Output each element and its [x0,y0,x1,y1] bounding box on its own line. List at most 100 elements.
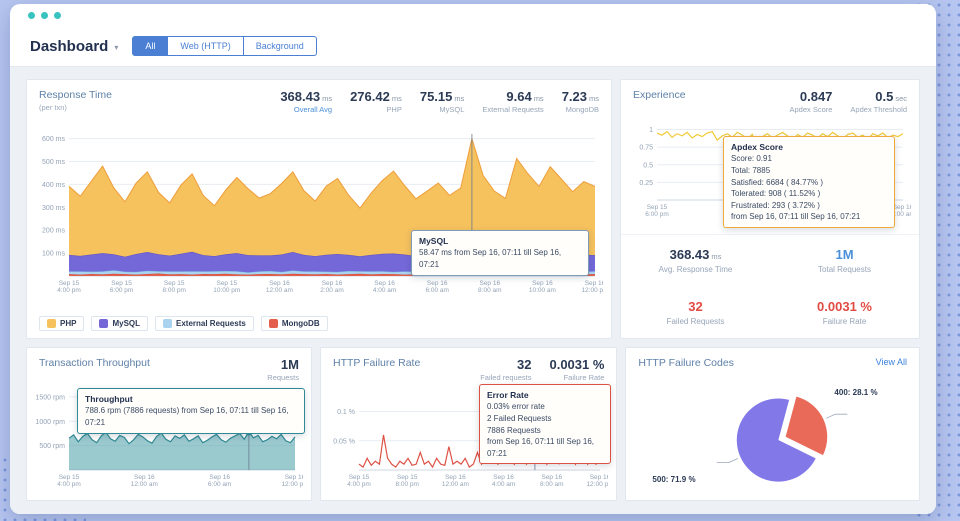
stat-unit: ms [454,94,465,103]
chart-tooltip: MySQL 58.47 ms from Sep 16, 07:11 till S… [411,230,589,276]
legend-label: MySQL [112,319,141,328]
svg-text:Sep 1612:00 pm: Sep 1612:00 pm [586,474,608,488]
svg-text:Sep 1510:00 pm: Sep 15 10:00 pm [213,280,240,294]
legend-item-mongodb[interactable]: MongoDB [260,316,328,331]
stat-overall-avg: 368.43 ms Overall Avg [280,89,332,114]
svg-text:600 ms: 600 ms [42,136,65,143]
svg-text:300 ms: 300 ms [42,205,65,212]
stat-label: MySQL [439,105,465,114]
svg-text:0.25: 0.25 [639,180,653,187]
pie-label-500: 500: 71.9 % [652,475,696,484]
chart-tooltip: Error Rate 0.03% error rate 2 Failed Req… [478,384,611,465]
stat-label: Requests [267,373,299,382]
stat-apdex-threshold: 0.5 sec Apdex Threshold [850,89,907,114]
stat-label: Total Requests [818,265,871,275]
tooltip-text: Frustrated: 293 ( 3.72% ) [731,200,820,210]
legend-swatch-icon [47,319,56,328]
svg-text:0.5: 0.5 [643,162,653,169]
legend-label: MongoDB [281,319,320,328]
experience-summary-stats: 368.43 ms Avg. Response Time 1M Total Req… [621,234,919,338]
panel-http-failure-rate: HTTP Failure Rate 32 Failed requests 0.0… [319,347,618,501]
tooltip-title: Error Rate [486,390,529,400]
svg-text:500 rpm: 500 rpm [39,443,65,450]
scope-tabs: All Web (HTTP) Background [132,36,317,56]
panel-title: HTTP Failure Rate [332,357,421,369]
stat-value: 9.64 [506,89,532,104]
dashboard-header: Dashboard ▾ All Web (HTTP) Background [10,26,936,66]
tooltip-text: 58.47 ms from Sep 16, 07:11 till Sep 16,… [419,248,562,269]
tooltip-title: Throughput [85,394,133,404]
svg-text:Sep 168:00 am: Sep 16 8:00 am [540,474,564,488]
desktop-background: Dashboard ▾ All Web (HTTP) Background Re… [0,0,960,521]
response-time-stats: 368.43 ms Overall Avg 276.42 ms PHP 75.15 m… [280,89,599,114]
svg-text:Sep 166:00 am: Sep 166:00 am [208,474,232,488]
svg-text:Sep 1612:00 am: Sep 1612:00 am [266,280,293,294]
tab-web-http[interactable]: Web (HTTP) [168,36,244,56]
app-window: Dashboard ▾ All Web (HTTP) Background Re… [10,4,936,514]
stat-unit: ms [711,252,722,262]
legend-swatch-icon [268,319,278,328]
svg-text:1000 rpm: 1000 rpm [35,419,65,426]
tooltip-title: Apdex Score [731,142,783,152]
svg-text:Sep 164:00 am: Sep 16 4:00 am [492,474,515,488]
panel-experience: Experience 0.847 Apdex Score 0.5 sec Apde… [620,79,920,339]
tab-background[interactable]: Background [243,36,317,56]
window-control-icon[interactable] [54,11,61,19]
legend-item-external-requests[interactable]: External Requests [155,316,254,331]
stat-value: 0.0031 % [549,357,605,372]
stat-label: Failure Rate [563,373,605,382]
stat-failed-requests: 32 Failed requests [480,357,531,382]
tooltip-text: 7886 Requests [486,425,541,435]
legend-item-php[interactable]: PHP [39,316,85,331]
legend-swatch-icon [163,319,173,328]
stat-failed-requests: 32 Failed Requests [621,287,770,339]
window-control-icon[interactable] [41,11,48,19]
dashboard-content: Response Time (per txn) 368.43 ms Overall… [10,66,936,514]
stat-total-requests: 1M Total Requests [770,235,919,287]
stat-label: External Requests [482,105,544,114]
svg-text:200 ms: 200 ms [42,228,65,235]
svg-text:Sep 158:00 pm: Sep 15 8:00 pm [395,474,419,488]
svg-text:0.05 %: 0.05 % [333,438,355,445]
svg-text:Sep 156:00 pm: Sep 15 6:00 pm [110,280,134,294]
svg-text:1500 rpm: 1500 rpm [35,394,65,401]
stat-label: Avg. Response Time [658,265,733,275]
svg-text:Sep 1612:00 pm: Sep 1612:00 pm [281,474,303,488]
svg-text:400 ms: 400 ms [42,182,65,189]
svg-text:0.1 %: 0.1 % [337,409,355,416]
view-all-link[interactable]: View All [876,357,907,367]
stat-unit: sec [895,94,907,103]
window-titlebar [10,4,936,26]
stat-value: 1M [835,247,854,263]
legend-label: External Requests [176,319,246,328]
stat-label: Apdex Score [789,105,833,114]
stat-unit: ms [533,94,544,103]
tooltip-text: Total: 7885 [731,165,771,175]
svg-text:1: 1 [649,127,653,134]
svg-text:Sep 154:00 pm: Sep 15 4:00 pm [347,474,371,488]
stat-requests: 1M Requests [267,357,299,382]
stat-value: 0.5 [875,89,894,104]
svg-text:Sep 1612:00 pm: Sep 1612:00 pm [581,280,603,294]
stat-avg-response-time: 368.43 ms Avg. Response Time [621,235,770,287]
tooltip-text: 0.03% error rate [486,402,545,412]
stat-value: 0.0031 % [817,298,872,314]
svg-text:Sep 156:00 pm: Sep 15 6:00 pm [645,204,669,218]
stat-value: 368.43 [669,247,710,263]
svg-text:Sep 1612:00 am: Sep 1612:00 am [131,474,158,488]
window-control-icon[interactable] [28,11,35,19]
legend-item-mysql[interactable]: MySQL [91,316,149,331]
stat-php: 276.42 ms PHP [350,89,402,114]
svg-text:Sep 1612:00 am: Sep 1612:00 am [442,474,469,488]
stat-value: 368.43 [280,89,321,104]
page-title: Dashboard [30,37,109,55]
chevron-down-icon[interactable]: ▾ [114,43,118,52]
panel-response-time: Response Time (per txn) 368.43 ms Overall… [26,79,612,339]
stat-label: Failure Rate [822,316,867,326]
tooltip-text: 2 Failed Requests [486,413,552,423]
stat-label: Apdex Threshold [850,105,907,114]
chart-tooltip: Throughput 788.6 rpm (7886 requests) fro… [77,388,305,434]
chart-legend: PHP MySQL External Requests MongoDB [39,316,328,331]
tab-all[interactable]: All [132,36,169,56]
panel-title: Transaction Throughput [39,357,150,369]
